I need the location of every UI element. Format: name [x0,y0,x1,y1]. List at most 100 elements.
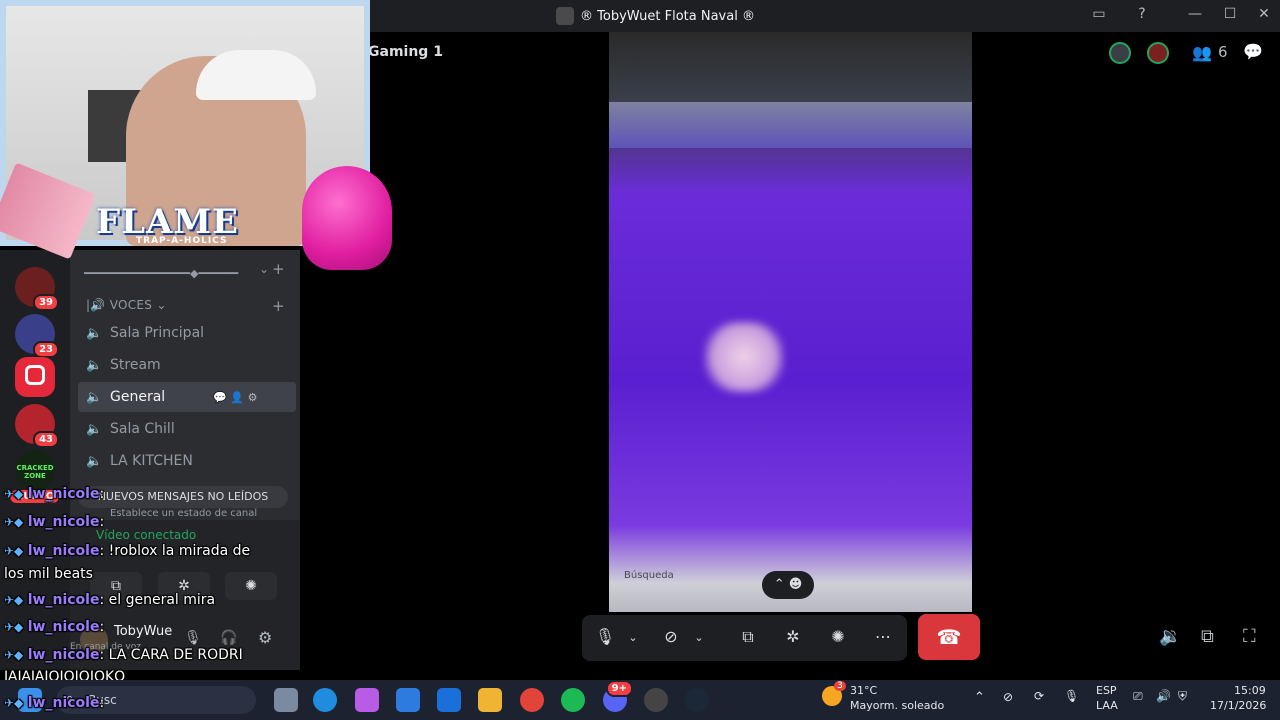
wrench-icon: ✈◆ [4,620,24,634]
help-icon[interactable]: ? [1131,6,1153,26]
chat-text: !roblox la mirada de [108,543,251,559]
category-voices[interactable]: |🔊 VOCES ⌄ [86,298,167,312]
call-controls: 🎙 ⌄ ⊘ ⌄ ⧉ ✲ ✺ ⋯ [582,615,907,661]
folder-icon[interactable] [478,688,502,712]
weather-desc[interactable]: Mayorm. soleado [850,699,944,712]
volume-icon[interactable]: 🔉 [1159,626,1181,647]
edge-icon[interactable] [313,688,337,712]
store-icon[interactable] [396,688,420,712]
minimize-button[interactable]: — [1184,6,1206,26]
popout-icon[interactable]: ⧉ [1201,626,1214,647]
participant-count: 6 [1218,43,1228,61]
channel-general[interactable]: 🔈 General 💬 👤 ⚙ [78,382,296,412]
screen-share-video[interactable]: Búsqueda [609,32,972,612]
chat-user: lw_nicole [27,592,100,608]
headphones-icon[interactable]: 🎧 [220,630,237,646]
channel-title: Gaming 1 [368,44,443,60]
channel-label: Sala Chill [110,421,175,437]
disconnect-button[interactable]: ☎ [918,614,980,660]
app-icon[interactable] [644,688,668,712]
chevron-down-icon[interactable]: ⌄ [259,262,269,276]
add-channel-icon[interactable]: + [272,297,285,315]
chevron-up-icon[interactable]: ⌃ [974,690,985,705]
inbox-icon[interactable]: ▭ [1088,6,1110,26]
mention-badge: 23 [33,341,59,358]
channel-sala-principal[interactable]: 🔈 Sala Principal [78,318,296,348]
network-icon[interactable]: ⎚ [1133,689,1143,704]
server-icon[interactable] [15,357,55,397]
steam-icon[interactable] [685,688,709,712]
unread-banner[interactable]: NUEVOS MENSAJES NO LEÍDOS [78,486,288,508]
fullscreen-icon[interactable]: ⛶ [1243,626,1256,647]
chat-user: lw_nicole [27,486,100,502]
wrench-icon: ✈◆ [4,515,24,529]
add-channel-icon[interactable]: + [272,260,285,278]
window-title: ® TobyWuet Flota Naval ® [556,7,755,25]
gear-icon[interactable]: ⚙ [258,628,272,647]
close-button[interactable]: ✕ [1253,6,1275,26]
server-icon[interactable]: CRACKED ZONE [15,450,55,490]
clock-time[interactable]: 15:09 [1234,684,1266,697]
chat-message: los mil beats [4,566,93,582]
chat-text: el general mira [108,592,216,608]
speaker-icon: 🔈 [86,326,103,341]
recording-icon [25,365,45,385]
battery-icon[interactable]: ⛨ [1178,689,1187,704]
language-code[interactable]: ESP [1096,684,1117,697]
more-icon[interactable]: ⋯ [868,627,898,646]
discord-icon[interactable]: 9+ [603,680,633,712]
activities-icon[interactable]: ✲ [778,627,808,646]
channel-stream[interactable]: 🔈 Stream [78,350,296,380]
microphone-icon[interactable]: 🎙 [184,630,202,646]
voice-status-hint[interactable]: Establece un estado de canal [110,508,257,519]
windows-taskbar: ⌕ Busc 9+ [0,680,1280,720]
sync-icon[interactable]: ⟳ [1034,689,1044,703]
chevron-down-icon[interactable]: ⌄ [684,631,714,644]
maximize-button[interactable]: ☐ [1219,6,1241,26]
members-icon[interactable]: 👥 [1192,43,1212,62]
speaker-icon: 🔈 [86,454,103,469]
chat-icon[interactable]: 💬 [1243,42,1263,61]
wrench-icon: ✈◆ [4,648,24,662]
chevron-down-icon[interactable]: ⌄ [618,631,648,644]
wrench-icon: ✈◆ [4,544,24,558]
voice-status: Vídeo conectado [96,528,197,542]
soundboard-icon[interactable]: ✺ [823,627,853,646]
wrench-icon: ✈◆ [4,593,24,607]
chat-text: los mil beats [4,566,93,582]
weather-temp[interactable]: 31°C [850,684,877,697]
clock-date[interactable]: 17/1/2026 [1210,699,1266,712]
channel-actions[interactable]: 💬 👤 ⚙ [213,391,257,404]
chat-user: lw_nicole [27,647,100,663]
outlook-icon[interactable] [437,688,461,712]
channel-sala-chill[interactable]: 🔈 Sala Chill [78,414,296,444]
wrench-icon: ✈◆ [4,487,24,501]
soundboard-button[interactable]: ✺ [225,572,277,600]
microphone-icon[interactable]: 🎙 [1064,689,1079,703]
server-icon[interactable]: 43 [15,404,59,448]
copilot-icon[interactable] [355,688,379,712]
participant-avatar[interactable] [1109,42,1131,64]
user-name: TobyWue [114,624,173,639]
participants-toggle-button[interactable]: ⌃ ☻ [762,571,814,599]
microphone-icon[interactable]: 🎙 [590,627,620,646]
chat-message: ✈◆ lw_nicole: [4,619,105,635]
tray-icon[interactable]: ⊘ [1003,690,1013,704]
mention-badge: 43 [33,431,59,448]
volume-icon[interactable]: 🔊 [1156,689,1171,703]
wrench-icon: ✈◆ [4,696,24,710]
spotify-icon[interactable] [561,688,585,712]
server-icon[interactable]: 23 [15,314,59,358]
server-icon[interactable]: 39 [15,267,59,311]
camera-off-icon[interactable]: ⊘ [656,627,686,646]
chat-message: ✈◆ lw_nicole: [4,486,105,502]
chat-user: lw_nicole [27,695,100,711]
weather-badge: 3 [834,681,846,691]
participant-avatar[interactable] [1147,42,1169,64]
chrome-icon[interactable] [520,688,544,712]
channel-la-kitchen[interactable]: 🔈 LA KITCHEN [78,446,296,476]
screen-share-icon[interactable]: ⧉ [733,627,763,647]
speaker-icon: 🔈 [86,358,103,373]
task-view-icon[interactable] [274,688,298,712]
language-layout[interactable]: LAA [1096,699,1118,712]
